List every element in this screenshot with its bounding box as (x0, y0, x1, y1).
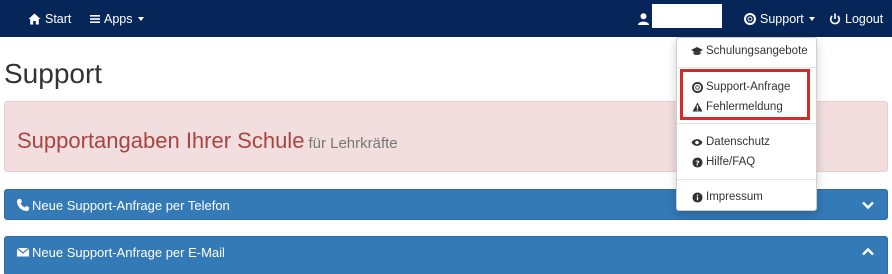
eye-icon (691, 136, 703, 148)
menu-item-label: Datenschutz (706, 136, 770, 148)
highlight-box (680, 69, 810, 120)
panel-support-email-label: Neue Support-Anfrage per E-Mail (32, 245, 225, 260)
chevron-up-icon (861, 245, 875, 259)
menu-icon (90, 14, 100, 24)
chevron-down-icon (137, 16, 144, 21)
nav-support-label: Support (760, 11, 804, 26)
phone-icon (16, 198, 30, 212)
username-field[interactable] (652, 4, 722, 28)
alert-heading-text: Supportangaben Ihrer Schule (17, 128, 305, 153)
panel-support-email[interactable]: Neue Support-Anfrage per E-Mail (4, 236, 888, 274)
power-icon (829, 13, 841, 25)
info-circle-icon (691, 191, 703, 203)
menu-item-schulungsangebote[interactable]: Schulungsangebote (691, 45, 808, 57)
home-icon (28, 13, 41, 25)
nav-start-link[interactable]: Start (28, 0, 71, 37)
nav-start-label: Start (45, 11, 72, 26)
page-title: Support (4, 58, 103, 89)
menu-item-label: Hilfe/FAQ (706, 156, 756, 168)
nav-support-dropdown[interactable]: Support (744, 0, 815, 37)
chevron-down-icon (808, 16, 815, 21)
support-dropdown-menu: Schulungsangebote Support-Anfrage Fehler… (676, 37, 817, 211)
user-icon (638, 12, 649, 25)
menu-divider (677, 123, 816, 124)
menu-divider (677, 67, 816, 68)
question-circle-icon: ? (691, 156, 703, 168)
menu-item-label: Schulungsangebote (706, 45, 808, 57)
alert-heading: Supportangaben Ihrer Schule für Lehrkräft… (17, 128, 398, 154)
lifebuoy-icon (744, 12, 756, 25)
menu-item-impressum[interactable]: Impressum (691, 191, 763, 203)
envelope-icon (16, 245, 30, 259)
nav-logout-link[interactable]: Logout (829, 0, 883, 37)
nav-apps-label: Apps (104, 11, 133, 26)
menu-item-hilfe-faq[interactable]: ? Hilfe/FAQ (691, 156, 755, 168)
menu-item-label: Impressum (706, 191, 763, 203)
menu-item-datenschutz[interactable]: Datenschutz (691, 136, 770, 148)
alert-subheading: für Lehrkräfte (308, 135, 398, 152)
nav-apps-dropdown[interactable]: Apps (90, 0, 144, 37)
menu-divider (677, 179, 816, 180)
nav-logout-label: Logout (845, 11, 884, 26)
user-icon-wrap[interactable] (638, 0, 653, 37)
panel-support-phone-label: Neue Support-Anfrage per Telefon (32, 198, 230, 213)
top-navbar: Start Apps Support Logout (0, 0, 892, 37)
graduation-cap-icon (691, 45, 703, 57)
svg-text:?: ? (695, 158, 699, 167)
chevron-down-icon (861, 198, 875, 212)
